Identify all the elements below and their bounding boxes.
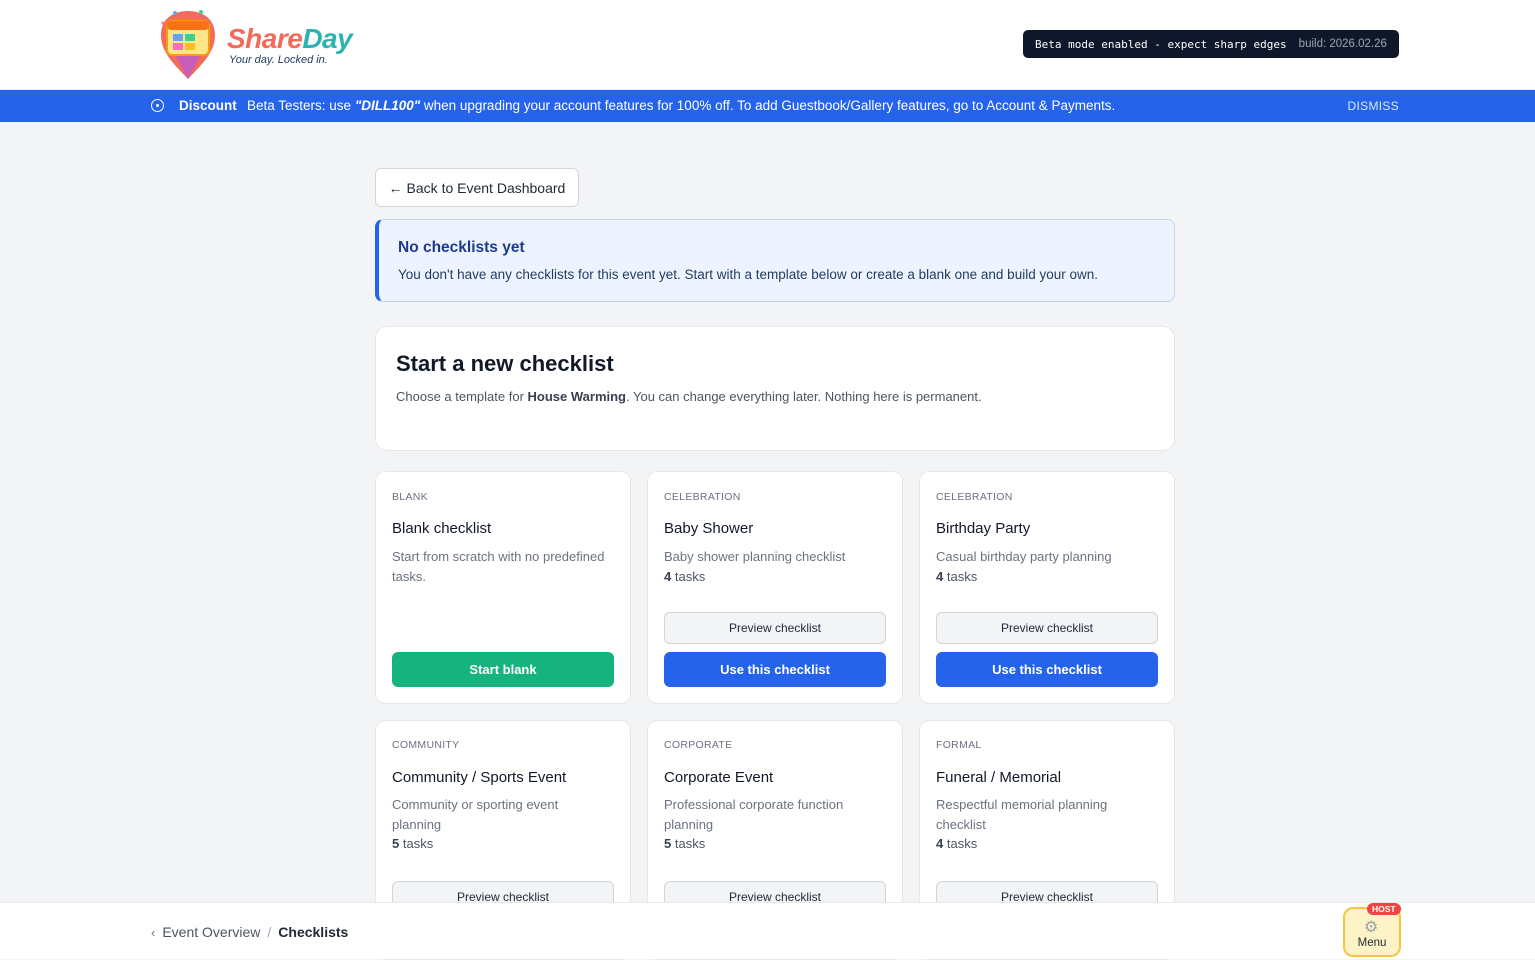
- template-name: Baby Shower: [664, 520, 754, 537]
- back-to-dashboard-button[interactable]: ← Back to Event Dashboard: [375, 168, 579, 207]
- task-count: 4 tasks: [936, 568, 978, 584]
- empty-state-notice: No checklists yet You don't have any che…: [375, 219, 1175, 302]
- breadcrumb-separator: /: [267, 924, 272, 940]
- template-name: Blank checklist: [392, 520, 492, 537]
- logo-tagline: Your day. Locked in.: [229, 54, 328, 66]
- logo-wordmark: ShareDay: [227, 23, 353, 54]
- template-name: Birthday Party: [936, 520, 1031, 537]
- template-category: COMMUNITY: [392, 739, 460, 751]
- template-category: CORPORATE: [664, 739, 733, 751]
- host-badge: HOST: [1367, 903, 1401, 915]
- template-description: Casual birthday party planning 4 tasks: [936, 547, 1160, 586]
- template-card-birthday-party: CELEBRATION Birthday Party Casual birthd…: [919, 471, 1175, 704]
- notice-title: No checklists yet: [398, 239, 525, 256]
- template-description: Start from scratch with no predefined ta…: [392, 549, 605, 584]
- task-count: 5 tasks: [392, 836, 434, 851]
- preview-checklist-button[interactable]: Preview checklist: [936, 612, 1158, 644]
- notice-text: You don't have any checklists for this e…: [398, 267, 1098, 282]
- info-circle-icon: [151, 99, 164, 112]
- breadcrumb-current: Checklists: [278, 924, 349, 940]
- calendar-pin-logo-icon: [161, 10, 215, 79]
- breadcrumb-event-overview[interactable]: Event Overview: [162, 924, 260, 940]
- gear-icon: ⚙: [1364, 919, 1379, 936]
- template-name: Corporate Event: [664, 769, 774, 786]
- page-title: Start a new checklist: [396, 351, 614, 376]
- template-description: Baby shower planning checklist 4 tasks: [664, 547, 888, 586]
- task-count: 4 tasks: [664, 568, 706, 584]
- template-card-blank: BLANK Blank checklist Start from scratch…: [375, 471, 631, 704]
- beta-message: Beta mode enabled - expect sharp edges: [1035, 37, 1287, 51]
- template-card-baby-shower: CELEBRATION Baby Shower Baby shower plan…: [647, 471, 903, 704]
- template-name: Funeral / Memorial: [936, 769, 1062, 786]
- chevron-left-icon: ‹: [151, 924, 156, 940]
- beta-badge: Beta mode enabled - expect sharp edges b…: [1023, 30, 1399, 58]
- template-description: Professional corporate function planning…: [664, 795, 864, 854]
- task-count: 4 tasks: [936, 836, 978, 851]
- template-description: Respectful memorial planning checklist 4…: [936, 795, 1136, 854]
- dismiss-button[interactable]: DISMISS: [1348, 99, 1399, 113]
- build-version: build: 2026.02.26: [1298, 38, 1387, 50]
- breadcrumb: ‹ Event Overview / Checklists: [151, 924, 348, 940]
- preview-checklist-button[interactable]: Preview checklist: [664, 612, 886, 644]
- template-category: CELEBRATION: [664, 491, 741, 503]
- banner-message: Beta Testers: use "DILL100" when upgradi…: [247, 98, 1116, 113]
- template-name: Community / Sports Event: [392, 769, 567, 786]
- banner-title: Discount: [179, 98, 237, 113]
- discount-banner: Discount Beta Testers: use "DILL100" whe…: [0, 90, 1535, 122]
- bottom-bar: ‹ Event Overview / Checklists ⚙ Menu: [0, 902, 1535, 959]
- new-checklist-intro-card: Start a new checklist Choose a template …: [375, 326, 1175, 451]
- shareday-logo[interactable]: ShareDay Your day. Locked in.: [155, 5, 355, 81]
- use-checklist-button[interactable]: Use this checklist: [936, 652, 1158, 687]
- template-category: BLANK: [392, 491, 428, 503]
- event-name: House Warming: [527, 389, 627, 404]
- discount-code: "DILL100": [354, 98, 421, 113]
- top-header: ShareDay Your day. Locked in. Beta mode …: [0, 0, 1535, 90]
- use-checklist-button[interactable]: Use this checklist: [664, 652, 886, 687]
- intro-text: Choose a template for House Warming. You…: [396, 389, 982, 404]
- task-count: 5 tasks: [664, 836, 706, 851]
- template-category: CELEBRATION: [936, 491, 1013, 503]
- start-blank-button[interactable]: Start blank: [392, 652, 614, 687]
- template-description: Community or sporting event planning 5 t…: [392, 795, 592, 854]
- template-category: FORMAL: [936, 739, 982, 751]
- menu-label: Menu: [1357, 937, 1387, 949]
